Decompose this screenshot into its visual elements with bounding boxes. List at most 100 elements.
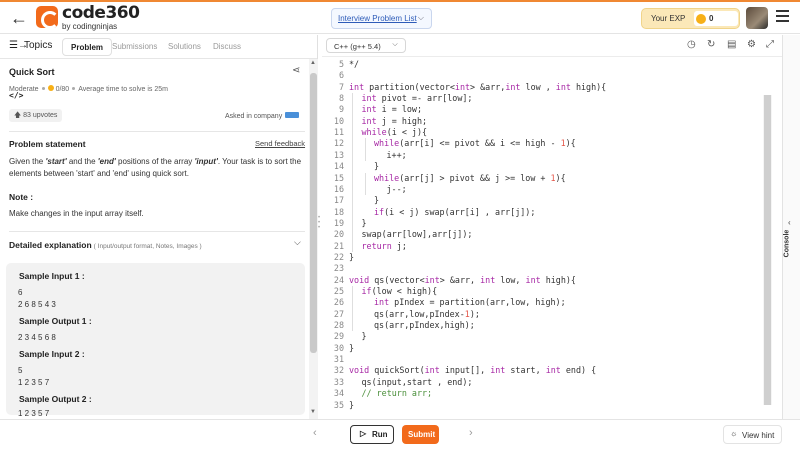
- line-number: 19: [333, 217, 344, 228]
- sample-input-1-label: Sample Input 1 :: [19, 271, 85, 281]
- interview-problem-list-dropdown[interactable]: Interview Problem List ⌵: [331, 8, 432, 29]
- brand-subtitle: by codingninjas: [62, 22, 118, 31]
- previous-problem-icon[interactable]: ‹: [313, 427, 317, 439]
- line-number: 34: [333, 388, 344, 399]
- scroll-up-icon[interactable]: ▲: [310, 60, 316, 66]
- exp-badge[interactable]: Your EXP 0: [641, 8, 740, 29]
- line-number: 22: [333, 251, 344, 262]
- next-problem-icon[interactable]: ›: [469, 427, 473, 439]
- console-label: Console: [783, 229, 791, 258]
- tab-discuss[interactable]: Discuss: [213, 42, 241, 51]
- upvote-button[interactable]: 🡅 83 upvotes: [9, 109, 63, 122]
- line-number: 6: [338, 70, 344, 81]
- line-number: 16: [333, 183, 344, 194]
- top-bar: ← code360 by codingninjas Interview Prob…: [0, 0, 800, 34]
- code-text: }: [349, 342, 355, 353]
- tab-problem[interactable]: Problem: [62, 38, 113, 56]
- notes-icon[interactable]: ▤: [727, 39, 736, 50]
- run-button[interactable]: ▷ Run: [350, 425, 394, 444]
- chevron-left-icon: ‹: [788, 218, 791, 227]
- problem-title-text: Quick Sort: [9, 67, 55, 77]
- line-number: 18: [333, 206, 344, 217]
- note-heading: Note :: [9, 192, 34, 202]
- coin-icon: [47, 85, 54, 91]
- editor-scrollbar[interactable]: [763, 95, 772, 405]
- code360-logo-icon[interactable]: [36, 6, 59, 29]
- code-text: qs(arr,low,pIndex-1);: [374, 308, 480, 319]
- code-text: j--;: [386, 183, 407, 194]
- company-logo-icon: [285, 112, 300, 118]
- line-number: 20: [333, 229, 344, 240]
- timer-icon[interactable]: ◷: [687, 39, 696, 50]
- sample-input-2-line: 1 2 3 5 7: [18, 378, 50, 387]
- line-number: 28: [333, 320, 344, 331]
- code-text: // return arr;: [361, 388, 433, 399]
- topics-label: Topics: [24, 40, 53, 51]
- send-feedback-link[interactable]: Send feedback: [255, 139, 305, 148]
- problem-pane: ☰→Topics Problem Submissions Solutions D…: [0, 35, 318, 419]
- chevron-down-icon: ⌵: [417, 13, 424, 22]
- asked-in-company[interactable]: Asked in company: [225, 112, 300, 120]
- gear-icon[interactable]: ⚙: [747, 39, 756, 50]
- asked-in-label: Asked in company: [225, 113, 283, 120]
- chevron-down-icon: ⌵: [392, 41, 398, 48]
- code-editor: C++ (g++ 5.4) ⌵ ◷ ↻ ▤ ⚙ ⤢ 5 */ 6 7 int parti…: [322, 35, 782, 419]
- avatar[interactable]: [746, 7, 768, 29]
- problem-statement-text: Given the 'start' and the 'end' position…: [9, 157, 302, 178]
- sample-input-1-line: 2 6 8 5 4 3: [18, 300, 56, 309]
- sample-input-2-label: Sample Input 2 :: [19, 349, 85, 359]
- samples-box: Sample Input 1 : 6 2 6 8 5 4 3 Sample Ou…: [6, 263, 305, 418]
- submit-button[interactable]: Submit: [402, 425, 439, 444]
- view-hint-label: View hint: [742, 431, 775, 440]
- difficulty: Moderate: [9, 86, 39, 93]
- console-panel-toggle[interactable]: ‹ Console: [782, 35, 800, 419]
- coin-icon: [696, 14, 706, 24]
- reset-icon[interactable]: ↻: [707, 39, 715, 50]
- code-text: int pivot =- arr[low];: [361, 93, 473, 104]
- chevron-down-icon[interactable]: ⌵: [294, 237, 301, 248]
- indent-guide: [364, 172, 366, 196]
- code-text: swap(arr[low],arr[j]);: [361, 229, 473, 240]
- code-text: int i = low;: [361, 104, 423, 115]
- sample-output-2-line: 1 2 3 5 7: [18, 409, 50, 418]
- code-text: if(low < high){: [361, 286, 438, 296]
- code-area[interactable]: 5 */ 6 7 int partition(vector<int> &arr,int …: [322, 59, 772, 411]
- line-number: 14: [333, 161, 344, 172]
- problem-tabs: ☰→Topics Problem Submissions Solutions D…: [0, 35, 317, 59]
- line-number: 32: [333, 365, 344, 376]
- play-icon: ▷: [360, 429, 367, 438]
- line-number: 7: [338, 81, 344, 92]
- left-scrollbar[interactable]: ▲ ▼: [309, 59, 318, 419]
- language-label: C++ (g++ 5.4): [334, 42, 381, 51]
- code-text: void quickSort(int input[], int start, i…: [349, 365, 597, 376]
- exp-value: 0: [709, 14, 714, 23]
- scroll-thumb[interactable]: [764, 95, 771, 405]
- code-text: }: [374, 195, 380, 206]
- share-icon[interactable]: ⋖: [292, 65, 300, 76]
- language-select[interactable]: C++ (g++ 5.4) ⌵: [326, 38, 406, 53]
- divider: [9, 231, 305, 232]
- fullscreen-icon[interactable]: ⤢: [766, 39, 774, 50]
- back-arrow-icon[interactable]: ←: [10, 8, 28, 29]
- code-text: while(arr[j] > pivot && j >= low + 1){: [374, 172, 566, 183]
- view-hint-button[interactable]: ☼ View hint: [723, 425, 782, 444]
- brand-name[interactable]: code360: [62, 3, 140, 23]
- footer-bar: ‹ ▷ Run Submit › ☼ View hint: [0, 419, 800, 449]
- line-number: 9: [338, 104, 344, 115]
- tab-solutions[interactable]: Solutions: [168, 42, 201, 51]
- line-number: 24: [333, 274, 344, 285]
- topics-button[interactable]: ☰→Topics: [9, 40, 52, 51]
- code-text: qs(input,start , end);: [361, 376, 473, 387]
- tab-submissions[interactable]: Submissions: [112, 42, 157, 51]
- problem-meta: Moderate 0/80 Average time to solve is 25m: [9, 85, 168, 93]
- scroll-down-icon[interactable]: ▼: [310, 409, 316, 415]
- sample-output-1-label: Sample Output 1 :: [19, 316, 92, 326]
- hamburger-menu-icon[interactable]: [776, 10, 789, 22]
- exp-label: Your EXP: [651, 14, 686, 23]
- line-number: 26: [333, 297, 344, 308]
- line-number: 25: [333, 286, 344, 296]
- scroll-thumb[interactable]: [310, 73, 317, 353]
- code-text: return j;: [361, 240, 407, 251]
- topics-icon: ☰→: [9, 40, 28, 51]
- detailed-explanation-toggle[interactable]: Detailed explanation( Input/output forma…: [9, 240, 202, 250]
